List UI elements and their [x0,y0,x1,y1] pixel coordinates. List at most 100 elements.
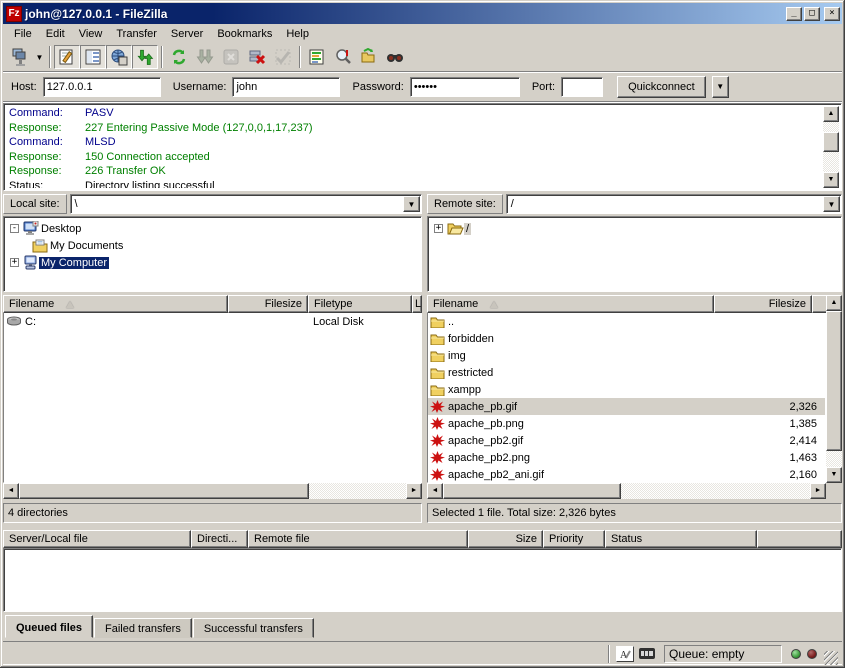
file-row[interactable]: apache_pb2.gif 2,414 [428,432,825,449]
column-filesize[interactable]: Filesize [714,295,812,313]
indicator-badge-icon[interactable] [638,646,656,662]
local-list-hscrollbar[interactable]: ◄ ► [3,483,422,499]
file-row[interactable]: forbidden [428,330,825,347]
password-label: Password: [352,81,403,93]
toggle-log-icon[interactable] [54,45,80,69]
remote-site-label: Remote site: [427,194,503,214]
sync-browsing-icon[interactable] [356,45,382,69]
queue-list[interactable] [3,548,842,612]
site-manager-dropdown[interactable]: ▼ [33,45,46,69]
log-scrollbar[interactable]: ▲ ▼ [823,106,839,188]
quickconnect-dropdown[interactable]: ▼ [712,76,729,98]
toggle-queue-icon[interactable] [132,45,158,69]
file-row[interactable]: xampp [428,381,825,398]
file-row[interactable]: apache_pb2_ani.gif 2,160 [428,466,825,483]
tree-item-my-computer[interactable]: + My Computer [10,254,421,271]
combo-dropdown-icon[interactable]: ▼ [823,196,840,212]
menu-view[interactable]: View [72,26,110,42]
column-spacer [757,530,842,548]
menu-bookmarks[interactable]: Bookmarks [210,26,279,42]
status-bar: A Queue: empty [3,641,842,665]
folder-icon [430,367,445,379]
cancel-icon[interactable] [218,45,244,69]
remote-list-hscrollbar[interactable]: ◄ ► [427,483,826,499]
toggle-local-tree-icon[interactable] [80,45,106,69]
scroll-thumb[interactable] [826,311,842,451]
compare-icon[interactable] [330,45,356,69]
remote-site-combo[interactable]: / ▼ [506,194,842,214]
menu-server[interactable]: Server [164,26,210,42]
resize-grip[interactable] [824,651,838,665]
column-remote-file[interactable]: Remote file [248,530,468,548]
scroll-thumb[interactable] [19,483,309,499]
file-row[interactable]: apache_pb.png 1,385 [428,415,825,432]
menu-help[interactable]: Help [279,26,316,42]
column-direction[interactable]: Directi... [191,530,248,548]
tab-failed-transfers[interactable]: Failed transfers [94,618,192,638]
site-manager-icon[interactable] [7,45,33,69]
tree-item-desktop[interactable]: - Desktop [10,220,421,237]
file-name: apache_pb2.png [448,452,530,464]
scroll-up-icon[interactable]: ▲ [826,295,842,311]
reconnect-icon[interactable] [270,45,296,69]
port-input[interactable] [561,77,603,97]
transfer-type-ascii-icon[interactable]: A [616,646,634,662]
scroll-down-icon[interactable]: ▼ [823,172,839,188]
scroll-left-icon[interactable]: ◄ [427,483,443,499]
tree-item-my-documents[interactable]: My Documents [10,237,421,254]
file-row-selected[interactable]: apache_pb.gif 2,326 [428,398,825,415]
column-filename[interactable]: Filename [3,295,228,313]
sort-asc-icon [66,301,74,308]
tree-item-root[interactable]: + / [434,220,841,237]
scroll-thumb[interactable] [443,483,621,499]
expand-icon[interactable]: + [434,224,443,233]
refresh-icon[interactable] [166,45,192,69]
scroll-up-icon[interactable]: ▲ [823,106,839,122]
host-input[interactable] [43,77,161,97]
file-row[interactable]: apache_pb2.png 1,463 [428,449,825,466]
menu-edit[interactable]: Edit [39,26,72,42]
column-filesize[interactable]: Filesize [228,295,308,313]
column-lastmodified[interactable]: L [412,295,422,313]
toolbar-separator [49,46,51,68]
column-size[interactable]: Size [468,530,543,548]
password-input[interactable] [410,77,520,97]
maximize-button[interactable]: □ [804,7,820,21]
filter-icon[interactable] [304,45,330,69]
scroll-thumb[interactable] [823,132,839,152]
local-site-combo[interactable]: \ ▼ [70,194,422,214]
column-filetype[interactable]: Filetype [308,295,412,313]
column-server-local-file[interactable]: Server/Local file [3,530,191,548]
collapse-icon[interactable]: - [10,224,19,233]
expand-icon[interactable]: + [10,258,19,267]
file-row[interactable]: img [428,347,825,364]
scroll-right-icon[interactable]: ► [810,483,826,499]
scroll-down-icon[interactable]: ▼ [826,467,842,483]
tree-item-label-selected: My Computer [39,257,109,269]
file-name: .. [448,316,454,328]
menu-transfer[interactable]: Transfer [109,26,164,42]
title-bar[interactable]: Fz john@127.0.0.1 - FileZilla _ □ × [3,3,842,24]
file-row[interactable]: .. [428,313,825,330]
menu-file[interactable]: File [7,26,39,42]
remote-list-vscrollbar[interactable]: ▲ ▼ [826,295,842,483]
column-priority[interactable]: Priority [543,530,605,548]
username-input[interactable] [232,77,340,97]
file-row[interactable]: restricted [428,364,825,381]
process-queue-icon[interactable] [192,45,218,69]
scroll-left-icon[interactable]: ◄ [3,483,19,499]
tab-queued-files[interactable]: Queued files [5,615,93,638]
find-files-icon[interactable] [382,45,408,69]
column-status[interactable]: Status [605,530,757,548]
column-filename[interactable]: Filename [427,295,714,313]
combo-dropdown-icon[interactable]: ▼ [403,196,420,212]
scroll-right-icon[interactable]: ► [406,483,422,499]
disconnect-icon[interactable] [244,45,270,69]
toggle-remote-tree-icon[interactable] [106,45,132,69]
quickconnect-button[interactable]: Quickconnect [617,76,706,98]
close-button[interactable]: × [824,7,840,21]
folder-icon [430,384,445,396]
minimize-button[interactable]: _ [786,7,802,21]
tab-successful-transfers[interactable]: Successful transfers [193,618,314,638]
file-row[interactable]: C: Local Disk [4,313,421,330]
